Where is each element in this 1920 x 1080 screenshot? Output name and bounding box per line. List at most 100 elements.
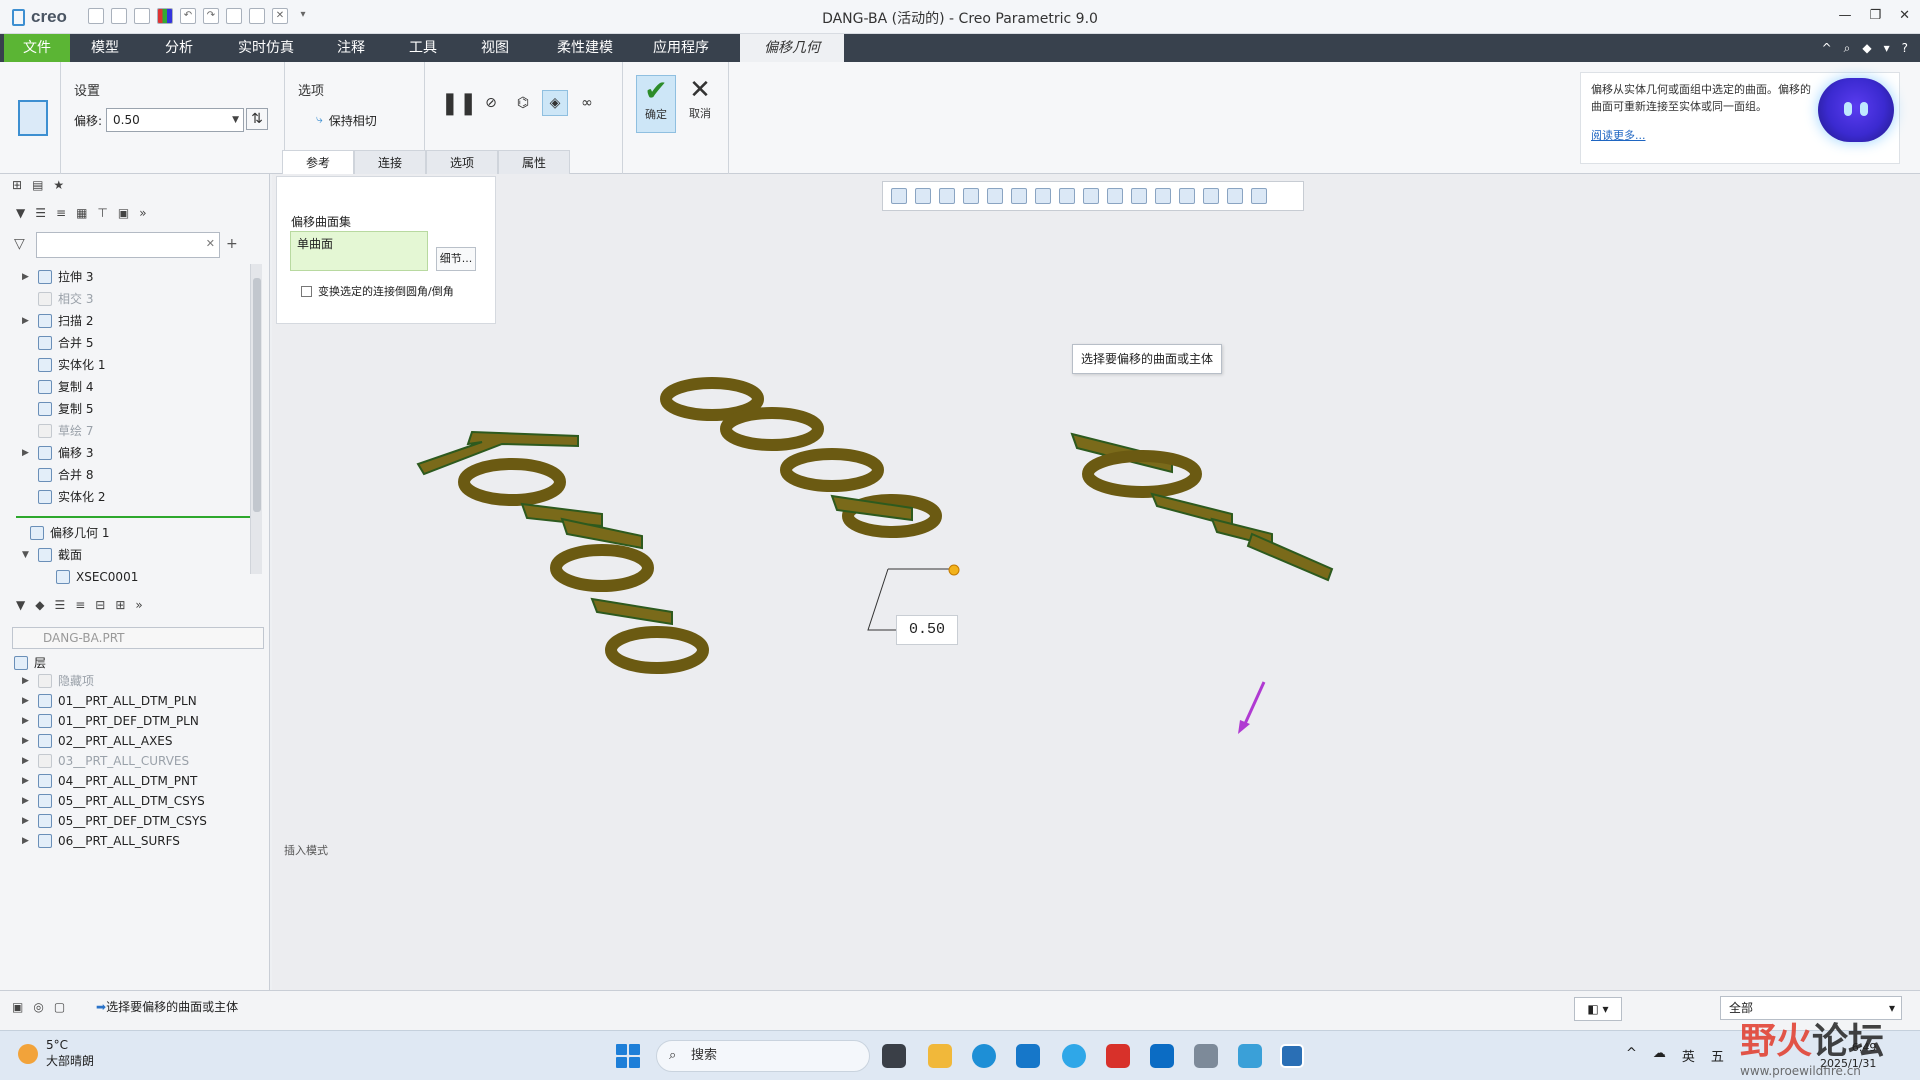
file-explorer-icon[interactable] [928,1044,952,1068]
tree-list-icon[interactable]: ☰ [54,598,65,612]
scrollbar-thumb[interactable] [253,278,261,512]
navigator-toggle-icon[interactable]: ▣ [12,1000,23,1014]
insert-here-marker[interactable] [16,516,250,518]
pause-icon[interactable]: ❚❚ [441,90,478,116]
tree-grid-icon[interactable]: ▦ [76,206,87,220]
minimize-button[interactable]: — [1838,8,1851,23]
tree-scrollbar[interactable] [250,264,262,574]
layer-row[interactable]: ▶ 05__PRT_ALL_DTM_CSYS [22,790,205,812]
menu-view[interactable]: 视图 [460,34,530,62]
layer-row[interactable]: ▶ 06__PRT_ALL_SURFS [22,830,180,852]
expand-icon[interactable]: ▶ [22,770,32,792]
expand-icon[interactable]: ▶ [22,810,32,832]
tree-row[interactable]: 复制 4 [22,376,93,398]
tab-references[interactable]: 参考 [282,150,354,174]
menu-offset-geometry[interactable]: 偏移几何 [740,34,844,62]
tree-row[interactable]: 复制 5 [22,398,93,420]
expand-icon[interactable]: ▶ [22,830,32,852]
tree-row[interactable]: 相交 3 [22,288,93,310]
attached-preview-icon[interactable]: ◈ [542,90,568,116]
offset-value-combo[interactable]: 0.50 ▼ [106,108,244,132]
layer-row[interactable]: ▶ 05__PRT_DEF_DTM_CSYS [22,810,207,832]
csys-display-icon[interactable] [1179,188,1195,204]
tree-row[interactable]: 实体化 2 [22,486,105,508]
help-dropdown-icon[interactable]: ▾ [1884,41,1890,56]
tree-row[interactable]: ▶ 偏移 3 [22,442,93,464]
part-selector[interactable]: DANG-BA.PRT [12,627,264,649]
surface-collector[interactable]: 单曲面 [290,231,428,271]
taskbar-search[interactable]: ⌕ 搜索 [656,1040,870,1072]
tree-columns-icon[interactable]: ≡ [75,598,85,612]
smart-selection-icon[interactable]: ◧ ▾ [1574,997,1622,1021]
menu-model[interactable]: 模型 [70,34,140,62]
clear-icon[interactable]: ✕ [206,237,215,250]
menu-simulate[interactable]: 实时仿真 [226,34,306,62]
section-icon[interactable] [1083,188,1099,204]
repaint-icon[interactable] [963,188,979,204]
layer-row[interactable]: ▶ 02__PRT_ALL_AXES [22,730,173,752]
separate-preview-icon[interactable]: ⌬ [510,90,536,116]
collapse-ribbon-icon[interactable]: ^ [1822,41,1832,56]
layer-row[interactable]: ▶ 隐藏项 [22,670,94,692]
layer-icon[interactable]: ◆ [35,598,44,612]
ime-mode-indicator[interactable]: 五 [1711,1046,1724,1065]
expand-icon[interactable]: ▶ [22,710,32,732]
transform-fillets-option[interactable]: 变换选定的连接倒圆角/倒角 [301,283,454,299]
refit-icon[interactable] [891,188,907,204]
expand-icon[interactable]: ▶ [22,750,32,772]
offset-dimension-label[interactable]: 0.50 [896,615,958,645]
close-button[interactable]: ✕ [1899,8,1910,23]
cancel-button[interactable]: ✕ 取消 [680,75,720,133]
favorites-tab-icon[interactable]: ★ [53,178,64,192]
expand-icon[interactable]: ▶ [22,442,32,464]
saved-orientations-icon[interactable] [1035,188,1051,204]
expand-icon[interactable]: ▶ [22,266,32,288]
show-dropdown-icon[interactable]: ▼ [16,598,25,612]
network-app-icon[interactable] [1238,1044,1262,1068]
zoom-in-icon[interactable] [915,188,931,204]
active-feature-row[interactable]: 偏移几何 1 [30,522,109,544]
learning-icon[interactable]: ◆ [1862,41,1871,56]
tree-row[interactable]: 实体化 1 [22,354,105,376]
app-icon[interactable] [1016,1044,1040,1068]
tree-row[interactable]: 合并 5 [22,332,93,354]
edge-icon[interactable] [972,1044,996,1068]
plane-display-icon[interactable] [1227,188,1243,204]
tree-filter-input[interactable]: ✕ [36,232,220,258]
layer-row[interactable]: ▶ 03__PRT_ALL_CURVES [22,750,189,772]
tree-list-icon[interactable]: ≡ [56,206,66,220]
assistant-robot-icon[interactable] [1818,78,1894,142]
search-icon[interactable]: ⌕ [1844,41,1851,56]
creo-taskbar-icon[interactable] [1280,1044,1304,1068]
layer-row[interactable]: ▶ 01__PRT_ALL_DTM_PLN [22,690,197,712]
ime-indicator[interactable]: 英 [1682,1046,1695,1065]
onedrive-icon[interactable]: ☁ [1653,1046,1666,1065]
keep-tangent-option[interactable]: ⤷ 保持相切 [316,112,377,129]
no-preview-icon[interactable]: ⊘ [478,90,504,116]
show-dropdown-icon[interactable]: ▼ [16,206,25,220]
spin-center-icon[interactable] [1155,188,1171,204]
drag-handle[interactable] [948,564,960,576]
menu-tools[interactable]: 工具 [388,34,458,62]
perspective-icon[interactable] [987,188,1003,204]
expand-icon[interactable]: ▶ [22,790,32,812]
menu-analysis[interactable]: 分析 [144,34,214,62]
verify-icon[interactable]: ∞ [574,90,600,116]
menu-applications[interactable]: 应用程序 [636,34,726,62]
model-tree-tab-icon[interactable]: ⊞ [12,178,22,192]
axis-display-icon[interactable] [1203,188,1219,204]
details-button[interactable]: 细节... [436,247,476,271]
datum-display-icon[interactable] [1131,188,1147,204]
graphics-viewport[interactable] [272,174,1920,990]
layer-row[interactable]: ▶ 01__PRT_DEF_DTM_PLN [22,710,199,732]
tree-columns-icon[interactable]: ☰ [35,206,46,220]
annotation-display-icon[interactable] [1107,188,1123,204]
tree-filter-icon[interactable]: ⊤ [97,206,107,220]
folder-browser-tab-icon[interactable]: ▤ [32,178,43,192]
maximize-button[interactable]: ❐ [1869,8,1881,23]
tab-properties[interactable]: 属性 [498,150,570,174]
checkbox[interactable] [301,285,312,297]
funnel-icon[interactable]: ▽ [14,236,25,252]
more-icon[interactable]: » [135,598,142,612]
qq-icon[interactable] [1062,1044,1086,1068]
